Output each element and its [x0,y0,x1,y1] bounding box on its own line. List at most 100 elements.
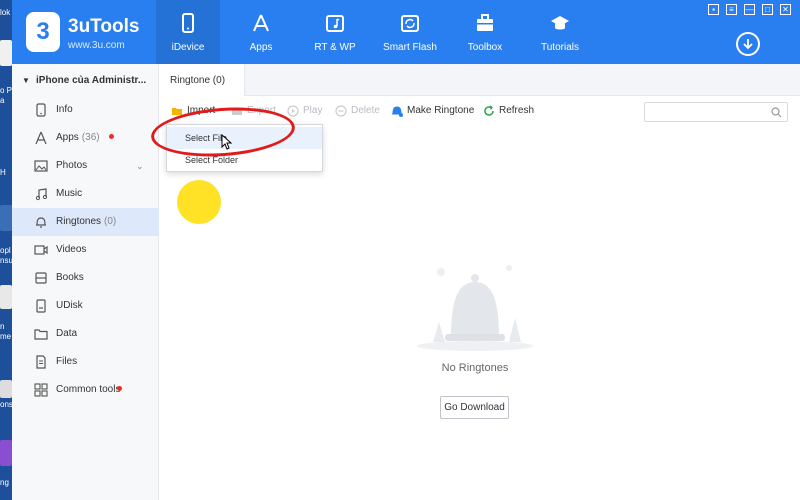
download-manager-button[interactable] [736,32,760,56]
sidebar-item-label: Ringtones (0) [56,216,117,227]
sidebar: ▼ iPhone của Administr... Info Apps (36) … [12,64,159,500]
sidebar-item-info[interactable]: Info [12,96,159,124]
nav-tutorials[interactable]: Tutorials [528,0,592,64]
sidebar-item-label: Info [56,104,73,115]
sidebar-item-label: Books [56,272,84,283]
udisk-icon [36,299,46,313]
refresh-icon [484,105,494,116]
brand-name: 3uTools [68,16,140,37]
sidebar-item-ringtones[interactable]: Ringtones (0) [12,208,159,236]
nav-toolbox[interactable]: Toolbox [453,0,517,64]
tab-strip: Ringtone (0) [159,64,800,96]
notification-dot [109,134,114,139]
chevron-down-icon[interactable]: ⌄ [136,161,144,172]
download-arrow-icon [743,39,753,50]
notification-dot [117,386,122,391]
maximize-button[interactable]: □ [762,4,773,15]
sidebar-item-label: Apps (36) [56,132,100,143]
toolbox-icon [477,14,493,31]
sidebar-item-label: Files [56,356,78,367]
make-ringtone-button[interactable]: Make Ringtone [391,104,479,120]
desktop-label: a [0,96,5,105]
phone-icon [182,13,194,33]
sidebar-item-apps[interactable]: Apps (36) [12,124,159,152]
sidebar-item-files[interactable]: Files [12,348,159,376]
skin-button[interactable]: ▪ [708,4,719,15]
sidebar-item-books[interactable]: Books [12,264,159,292]
music-icon [35,188,48,201]
nav-label: Tutorials [541,42,579,53]
device-name: iPhone của Administr... [36,75,147,86]
info-phone-icon [36,103,46,117]
nav-label: Toolbox [467,42,503,53]
caret-down-icon: ▼ [22,76,30,85]
sidebar-item-label: Photos [56,160,88,171]
empty-state-text: No Ringtones [441,362,509,374]
video-icon [34,245,48,255]
desktop-label: ng [0,478,9,487]
top-bar: 3 3uTools www.3u.com iDevice Apps RT & W… [12,0,800,64]
nav-rt-wp[interactable]: RT & WP [303,0,367,64]
play-icon [287,105,299,117]
bell-icon [36,217,46,228]
app-store-icon [253,14,269,32]
book-icon [35,272,47,284]
go-download-button[interactable]: Go Download [440,396,509,419]
desktop-label: ons [0,400,12,409]
close-button[interactable]: ✕ [780,4,791,15]
menu-button[interactable]: ≡ [726,4,737,15]
apps-icon [35,131,47,145]
desktop-shortcut-icon[interactable] [0,40,12,66]
desktop-shortcut-icon[interactable] [0,205,12,231]
sidebar-item-label: UDisk [56,300,83,311]
play-button[interactable]: Play [287,104,331,120]
grid-icon [34,383,48,397]
tab-ringtone[interactable]: Ringtone (0) [159,64,245,96]
sidebar-item-label: Common tools [56,384,121,395]
desktop-label: nsu [0,256,12,265]
sidebar-item-music[interactable]: Music [12,180,159,208]
folder-icon [34,329,48,340]
sidebar-item-common-tools[interactable]: Common tools [12,376,159,404]
nav-label: Smart Flash [383,42,437,53]
sidebar-item-data[interactable]: Data [12,320,159,348]
minimize-button[interactable]: — [744,4,755,15]
nav-label: iDevice [171,42,205,53]
refresh-button[interactable]: Refresh [483,104,541,120]
desktop-label: o P [0,86,12,95]
nav-label: Apps [249,42,273,53]
refresh-box-icon [401,15,419,32]
make-ringtone-icon [392,106,403,117]
desktop-shortcut-icon[interactable] [0,285,12,309]
cursor-highlight [177,180,221,224]
device-selector[interactable]: ▼ iPhone của Administr... [12,68,159,94]
nav-apps[interactable]: Apps [229,0,293,64]
desktop-background: lok o P a H opl nsu n me ons ng [0,0,12,500]
sidebar-item-videos[interactable]: Videos [12,236,159,264]
app-window: 3 3uTools www.3u.com iDevice Apps RT & W… [12,0,800,500]
nav-idevice[interactable]: iDevice [156,0,220,64]
nav-smart-flash[interactable]: Smart Flash [378,0,442,64]
desktop-label: opl [0,246,11,255]
search-input[interactable] [644,102,788,122]
search-icon [771,107,782,118]
sidebar-item-label: Music [56,188,83,199]
delete-button[interactable]: Delete [335,104,387,120]
desktop-shortcut-icon[interactable] [0,380,12,398]
screen: lok o P a H opl nsu n me ons ng 3 3uTool… [0,0,800,500]
sidebar-item-label: Data [56,328,78,339]
nav-label: RT & WP [314,42,356,53]
desktop-label: H [0,168,6,177]
desktop-label: n [0,322,5,331]
delete-icon [335,105,347,117]
graduation-cap-icon [551,16,569,30]
desktop-label: lok [0,8,11,17]
desktop-label: me [0,332,12,341]
sidebar-item-udisk[interactable]: UDisk [12,292,159,320]
music-note-icon [326,15,344,32]
photo-icon [34,160,48,172]
app-logo: 3 [26,12,60,52]
desktop-shortcut-icon[interactable] [0,440,12,466]
sidebar-item-label: Videos [56,244,87,255]
sidebar-item-photos[interactable]: Photos ⌄ [12,152,159,180]
